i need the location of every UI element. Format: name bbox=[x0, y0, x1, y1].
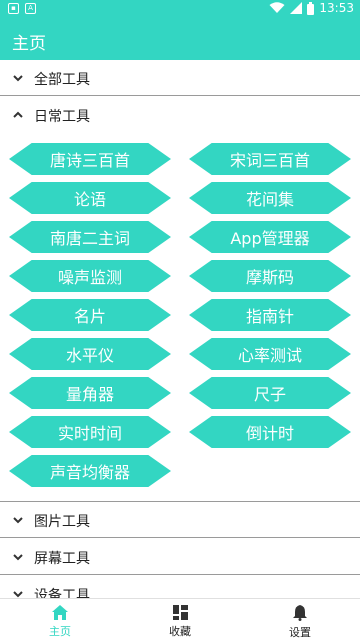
tool-button[interactable]: 声音均衡器 bbox=[9, 455, 171, 487]
status-bar: ▪ A 13:53 bbox=[0, 0, 360, 20]
section-all-tools[interactable]: 全部工具 bbox=[0, 60, 360, 96]
tool-button[interactable]: 尺子 bbox=[189, 377, 351, 409]
tool-button[interactable]: App管理器 bbox=[189, 221, 351, 253]
nav-settings-label: 设置 bbox=[289, 626, 311, 639]
tool-button[interactable]: 南唐二主词 bbox=[9, 221, 171, 253]
tool-button[interactable]: 倒计时 bbox=[189, 416, 351, 448]
tool-button[interactable]: 实时时间 bbox=[9, 416, 171, 448]
home-icon bbox=[52, 605, 68, 620]
bell-icon bbox=[293, 605, 307, 621]
bottom-nav: 主页 收藏 设置 bbox=[0, 598, 360, 640]
section-label: 屏幕工具 bbox=[34, 551, 90, 567]
tool-button[interactable]: 量角器 bbox=[9, 377, 171, 409]
page-title: 主页 bbox=[12, 34, 46, 54]
text-a-icon: A bbox=[25, 3, 36, 14]
battery-icon bbox=[307, 1, 315, 15]
section-image-tools[interactable]: 图片工具 bbox=[0, 502, 360, 538]
tool-button[interactable]: 名片 bbox=[9, 299, 171, 331]
tool-button[interactable]: 宋词三百首 bbox=[189, 143, 351, 175]
tool-button[interactable]: 心率测试 bbox=[189, 338, 351, 370]
tool-button[interactable]: 花间集 bbox=[189, 182, 351, 214]
nav-home[interactable]: 主页 bbox=[0, 603, 120, 639]
nav-settings[interactable]: 设置 bbox=[240, 603, 360, 639]
nav-favorites-label: 收藏 bbox=[169, 625, 191, 638]
nav-home-label: 主页 bbox=[49, 625, 71, 638]
wifi-icon bbox=[269, 2, 285, 13]
chevron-up-icon bbox=[13, 111, 23, 118]
section-screen-tools[interactable]: 屏幕工具 bbox=[0, 539, 360, 575]
grid-icon bbox=[172, 605, 188, 620]
image-icon: ▪ bbox=[8, 3, 19, 14]
tool-button[interactable]: 唐诗三百首 bbox=[9, 143, 171, 175]
chevron-down-icon bbox=[13, 75, 23, 82]
tool-button[interactable]: 论语 bbox=[9, 182, 171, 214]
section-label: 图片工具 bbox=[34, 514, 90, 530]
section-label: 全部工具 bbox=[34, 72, 90, 88]
tool-button[interactable]: 指南针 bbox=[189, 299, 351, 331]
chevron-down-icon bbox=[13, 517, 23, 524]
tool-button[interactable]: 水平仪 bbox=[9, 338, 171, 370]
app-bar: 主页 bbox=[0, 20, 360, 60]
section-daily-tools[interactable]: 日常工具 bbox=[0, 97, 360, 133]
tool-button[interactable]: 摩斯码 bbox=[189, 260, 351, 292]
tool-button[interactable]: 噪声监测 bbox=[9, 260, 171, 292]
chevron-down-icon bbox=[13, 554, 23, 561]
signal-icon bbox=[290, 2, 303, 14]
section-label: 日常工具 bbox=[34, 109, 90, 125]
nav-favorites[interactable]: 收藏 bbox=[120, 603, 240, 639]
status-time: 13:53 bbox=[319, 1, 354, 15]
